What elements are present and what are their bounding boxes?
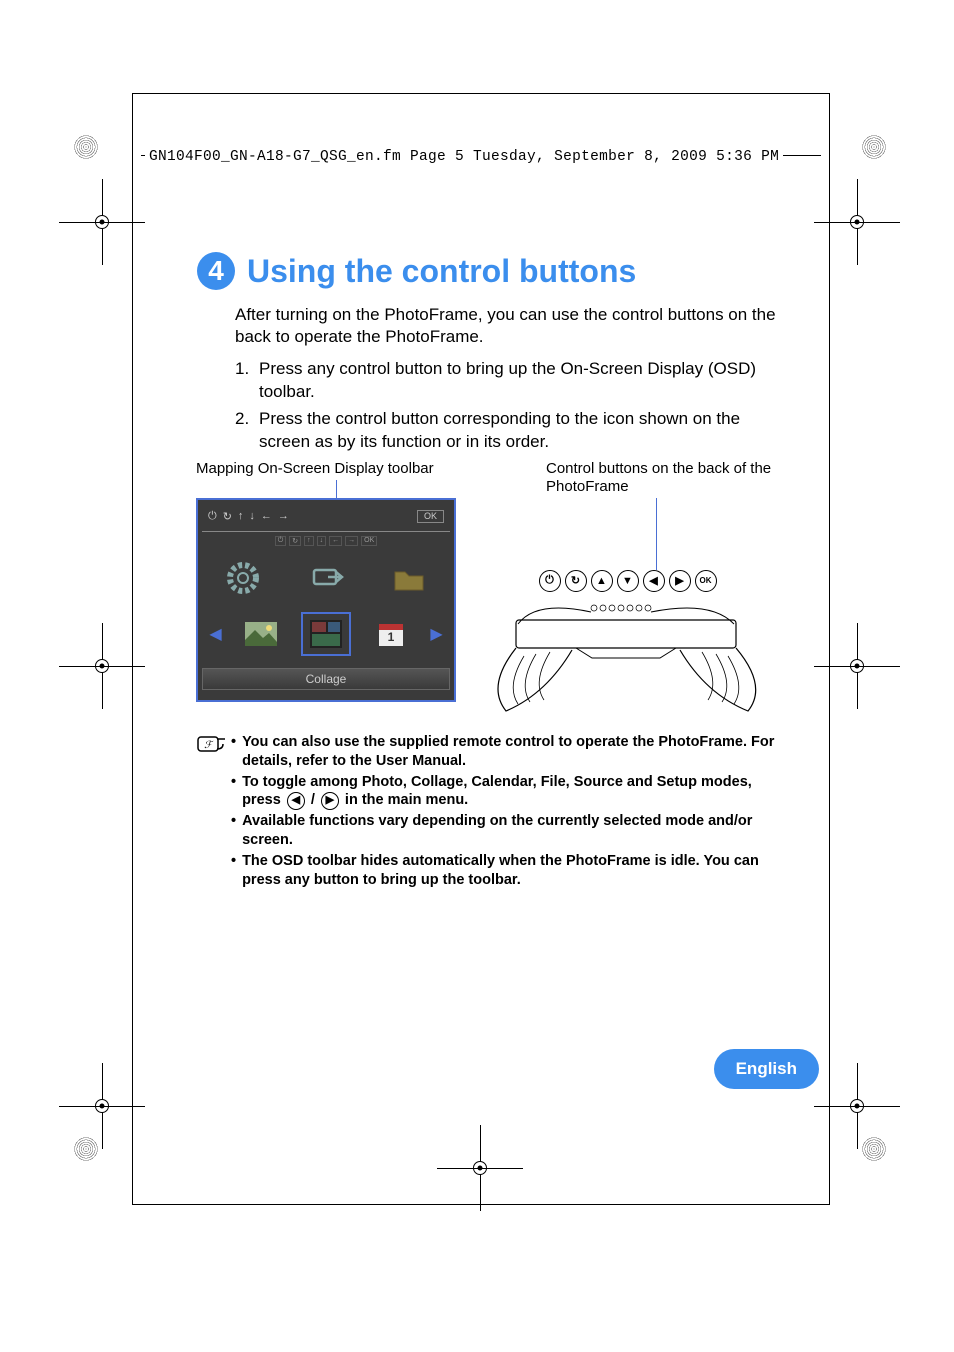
mini-icon: ↑ (304, 536, 314, 546)
list-item: You can also use the supplied remote con… (231, 733, 779, 771)
mini-icon: ⏻ (275, 536, 287, 546)
osd-mini-toolbar: ⏻ ↻ ↑ ↓ ← → OK (202, 536, 450, 546)
section-intro: After turning on the PhotoFrame, you can… (235, 304, 779, 348)
language-badge: English (714, 1049, 819, 1089)
note-icon: ℱ (197, 733, 227, 755)
source-icon (301, 556, 351, 600)
ok-label: OK (417, 510, 444, 523)
right-triangle-icon: ▶ (430, 624, 442, 644)
figure-group: Mapping On-Screen Display toolbar ⏻ ↻ ↑ … (196, 460, 779, 721)
list-item: 1. Press any control button to bring up … (235, 358, 779, 404)
svg-text:ℱ: ℱ (204, 740, 214, 751)
note-text: You can also use the supplied remote con… (242, 733, 779, 771)
crop-mark-icon (91, 1095, 113, 1117)
page-content: 4 Using the control buttons After turnin… (197, 252, 779, 892)
rotate-icon: ↻ (565, 570, 587, 592)
right-triangle-icon: ▶ (321, 792, 339, 810)
photo-icon (236, 612, 286, 656)
note-text: To toggle among Photo, Collage, Calendar… (242, 773, 779, 811)
mini-icon: ← (329, 536, 342, 546)
mini-icon: ↓ (317, 536, 327, 546)
mini-icon: ↻ (289, 536, 301, 546)
crop-mark-icon (91, 655, 113, 677)
step-text: Press any control button to bring up the… (259, 358, 779, 404)
collage-icon (301, 612, 351, 656)
device-outline-illustration (476, 596, 776, 716)
list-item: The OSD toolbar hides automatically when… (231, 852, 779, 890)
section-title: Using the control buttons (247, 253, 636, 290)
osd-menu-row: ◀ 1 ▶ (202, 606, 450, 662)
left-triangle-icon: ◀ (287, 792, 305, 810)
figure-osd: Mapping On-Screen Display toolbar ⏻ ↻ ↑ … (196, 460, 456, 721)
osd-menu-row (202, 550, 450, 606)
svg-text:1: 1 (387, 630, 394, 644)
registration-mark-icon (862, 135, 886, 159)
step-text: Press the control button corresponding t… (259, 408, 779, 454)
step-list: 1. Press any control button to bring up … (235, 358, 779, 454)
step-number-badge: 4 (197, 252, 235, 290)
note-text: The OSD toolbar hides automatically when… (242, 852, 779, 890)
page-frame: GN104F00_GN-A18-G7_QSG_en.fm Page 5 Tues… (132, 93, 830, 1205)
crop-mark-icon (846, 1095, 868, 1117)
down-arrow-icon: ↓ (249, 510, 255, 523)
left-triangle-icon: ◀ (643, 570, 665, 592)
gear-icon (218, 556, 268, 600)
ok-button-icon: OK (695, 570, 717, 592)
list-item: Available functions vary depending on th… (231, 812, 779, 850)
list-item: To toggle among Photo, Collage, Calendar… (231, 773, 779, 811)
notes-block: ℱ You can also use the supplied remote c… (197, 733, 779, 892)
notes-list: You can also use the supplied remote con… (231, 733, 779, 892)
power-icon: ⏻ (208, 510, 217, 523)
figure-device-back: Control buttons on the back of the Photo… (476, 460, 779, 721)
up-arrow-icon: ↑ (238, 510, 244, 523)
down-triangle-icon: ▼ (617, 570, 639, 592)
registration-mark-icon (74, 1137, 98, 1161)
figure-label: Mapping On-Screen Display toolbar (196, 460, 456, 478)
right-triangle-icon: ▶ (669, 570, 691, 592)
step-number: 1. (235, 358, 259, 404)
left-arrow-icon: ← (261, 510, 272, 523)
folder-icon (384, 556, 434, 600)
calendar-icon: 1 (366, 612, 416, 656)
registration-mark-icon (74, 135, 98, 159)
leader-line (336, 480, 337, 498)
mini-icon: OK (361, 536, 377, 546)
figure-label: Control buttons on the back of the Photo… (546, 460, 779, 496)
step-number: 2. (235, 408, 259, 454)
rotate-icon: ↻ (223, 510, 232, 523)
osd-screenshot: ⏻ ↻ ↑ ↓ ← → OK ⏻ ↻ ↑ ↓ ← → (196, 498, 456, 702)
osd-mode-label: Collage (202, 668, 450, 690)
leader-line (656, 498, 657, 570)
up-triangle-icon: ▲ (591, 570, 613, 592)
right-arrow-icon: → (278, 510, 289, 523)
note-text: Available functions vary depending on th… (242, 812, 779, 850)
power-icon: ⏻ (539, 570, 561, 592)
back-button-row: ⏻ ↻ ▲ ▼ ◀ ▶ OK (476, 570, 779, 592)
section-heading: 4 Using the control buttons (197, 252, 779, 290)
crop-mark-icon (91, 211, 113, 233)
left-triangle-icon: ◀ (209, 624, 221, 644)
registration-mark-icon (862, 1137, 886, 1161)
page-header: GN104F00_GN-A18-G7_QSG_en.fm Page 5 Tues… (145, 149, 783, 165)
mini-icon: → (345, 536, 358, 546)
crop-mark-icon (846, 655, 868, 677)
list-item: 2. Press the control button correspondin… (235, 408, 779, 454)
crop-mark-icon (846, 211, 868, 233)
osd-toolbar: ⏻ ↻ ↑ ↓ ← → OK (202, 506, 450, 532)
